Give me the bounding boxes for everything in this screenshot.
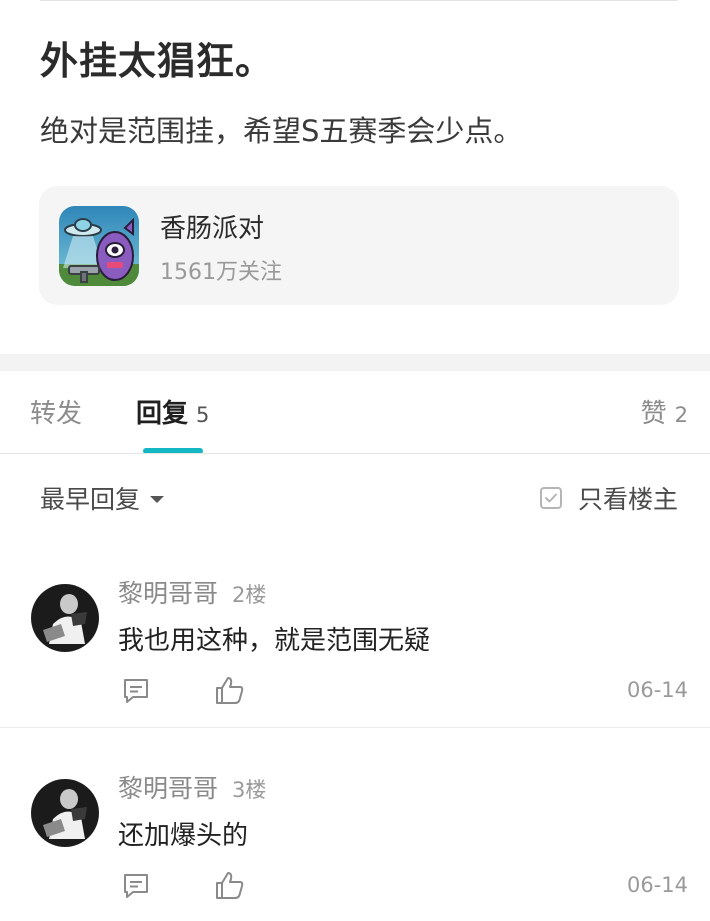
comment-icon[interactable] [121,871,151,905]
reply-text: 我也用这种，就是范围无疑 [118,626,431,656]
game-app-icon [59,206,139,286]
thumbs-up-icon[interactable] [214,674,246,710]
only-op-toggle[interactable]: 只看楼主 [539,480,678,516]
sort-label: 最早回复 [40,485,141,514]
tab-reply[interactable]: 回复 5 [136,393,209,430]
avatar[interactable] [31,779,99,847]
game-name: 香肠派对 [160,214,265,244]
tab-like-label: 赞 [640,399,667,429]
tabs-divider [0,453,710,454]
sort-dropdown[interactable]: 最早回复 [40,480,165,516]
thumbs-up-icon[interactable] [214,869,246,905]
reply-item: 黎明哥哥 3楼 还加爆头的 06-14 [0,755,710,921]
game-card[interactable]: 香肠派对 1561万关注 [39,186,679,305]
tab-repost[interactable]: 转发 [30,393,82,430]
reply-divider [0,727,710,728]
reply-date: 06-14 [626,873,688,897]
top-divider [40,0,678,1]
tab-reply-count: 5 [196,403,210,427]
section-gap [0,354,710,371]
reply-username[interactable]: 黎明哥哥 3楼 [118,769,266,805]
post-title: 外挂太猖狂。 [40,39,275,83]
reply-date: 06-14 [626,678,688,702]
only-op-label: 只看楼主 [577,485,678,514]
comment-icon[interactable] [121,676,151,710]
game-followers: 1561万关注 [160,260,282,285]
avatar[interactable] [31,584,99,652]
checkbox-icon[interactable] [539,487,562,509]
tab-repost-label: 转发 [30,399,83,429]
caret-down-icon [150,495,165,503]
tab-like[interactable]: 赞2 [641,393,688,430]
tab-like-count: 2 [674,403,688,427]
tab-reply-label: 回复 [136,399,189,429]
reply-floor: 2楼 [232,583,267,607]
reply-username-text: 黎明哥哥 [118,774,219,803]
post-body: 绝对是范围挂，希望S五赛季会少点。 [40,114,523,148]
reply-text: 还加爆头的 [118,821,249,851]
reply-username-text: 黎明哥哥 [118,579,219,608]
reply-item: 黎明哥哥 2楼 我也用这种，就是范围无疑 06-14 [0,560,710,755]
reply-floor: 3楼 [232,778,267,802]
reply-username[interactable]: 黎明哥哥 2楼 [118,574,266,610]
